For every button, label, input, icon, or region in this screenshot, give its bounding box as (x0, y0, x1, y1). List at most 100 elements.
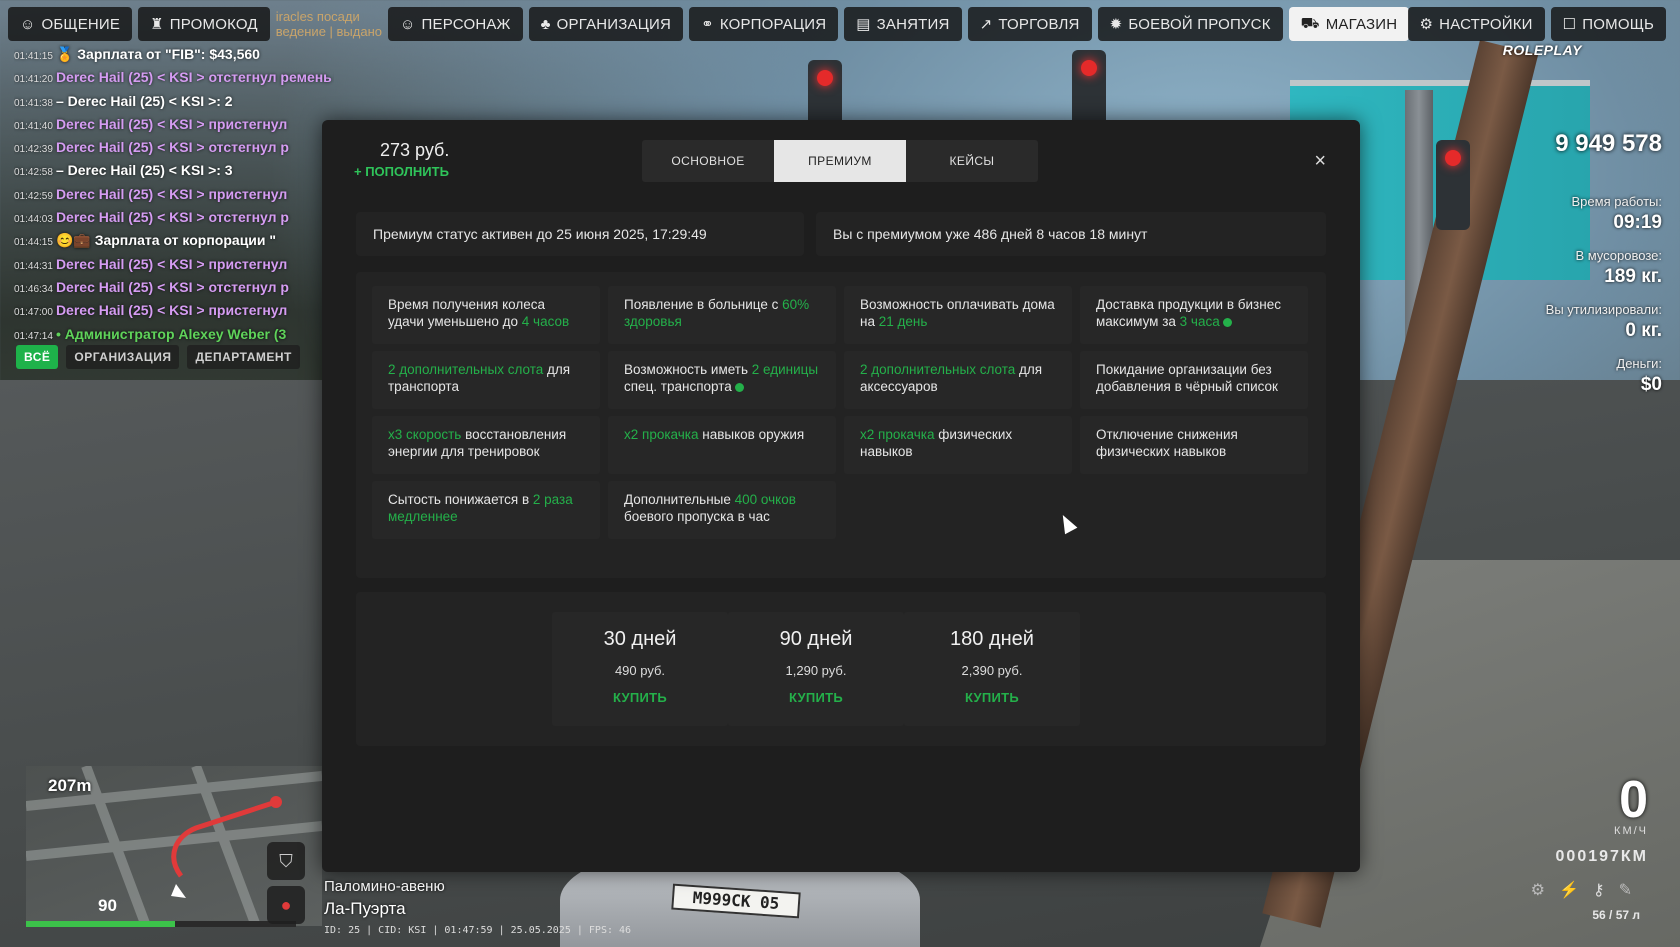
player-arrow-icon (171, 884, 186, 898)
chat-timestamp: 01:41:15 (14, 51, 53, 62)
info-icon[interactable] (1222, 317, 1232, 327)
benefit-highlight: 4 часов (521, 314, 570, 329)
chat-timestamp: 01:42:59 (14, 190, 53, 202)
benefit-highlight: x2 прокачка (624, 427, 699, 442)
nav-badge[interactable]: ✹ БОЕВОЙ ПРОПУСК (1097, 7, 1283, 41)
odometer: 000197КМ (1555, 848, 1648, 865)
chat-timestamp: 01:44:31 (14, 260, 53, 272)
chat-tab[interactable]: ОРГАНИЗАЦИЯ (66, 345, 180, 369)
plan-duration: 90 дней (779, 628, 853, 650)
speed-unit: КМ/Ч (1614, 825, 1648, 837)
benefit-text: Дополнительные (624, 492, 735, 507)
health-fill (26, 921, 175, 927)
plan-price: 1,290 руб. (785, 663, 847, 678)
info-icon[interactable] (734, 382, 744, 392)
buy-button[interactable]: КУПИТЬ (904, 690, 1080, 705)
benefit-text: навыков оружия (698, 427, 805, 442)
nav-help[interactable]: ☐ ПОМОЩЬ (1550, 7, 1666, 41)
nav-label: ПРОМОКОД (169, 15, 258, 33)
nav-label: МАГАЗИН (1325, 15, 1398, 33)
benefit-text: Появление в больнице с (624, 297, 783, 312)
chat-message: 01:44:31 Derec Hail (25) < KSI > пристегн… (14, 254, 334, 277)
premium-plan-card: 90 дней 1,290 руб. КУПИТЬ (728, 612, 904, 726)
account-balance: 273 руб. (380, 140, 450, 160)
premium-benefit: Время получения колеса удачи уменьшено д… (372, 286, 600, 344)
nav-person-promo[interactable]: ♜ ПРОМОКОД (138, 7, 270, 41)
chat-timestamp: 01:46:34 (14, 283, 53, 295)
chat-text: Derec Hail (25) < KSI > отстегнул р (55, 209, 289, 226)
shop-tab[interactable]: ОСНОВНОЕ (642, 140, 774, 182)
chat-timestamp: 01:47:14 (14, 330, 53, 342)
handshake-icon: ⚭ (701, 16, 714, 33)
benefit-highlight: 2 дополнительных слота (860, 362, 1016, 377)
premium-benefit: Возможность иметь 2 единицы спец. трансп… (608, 351, 836, 409)
chat-tab[interactable]: ВСЁ (16, 345, 59, 369)
chat-timestamp: 01:42:58 (14, 167, 53, 179)
nav-person[interactable]: ☺ ПЕРСОНАЖ (388, 7, 523, 41)
nav-chart[interactable]: ↗ ТОРГОВЛЯ (967, 7, 1092, 41)
chat-fragment: ведение | выдано (275, 24, 383, 39)
microphone-icon: ● (280, 894, 292, 915)
health-bar (26, 921, 296, 927)
fuel-level: 56 / 57 л (1592, 908, 1640, 922)
shop-tabs: ОСНОВНОЕ ПРЕМИУМ КЕЙСЫ (642, 140, 1038, 182)
chat-message: 01:42:58– Derec Hail (25) < KSI >: 3 (14, 160, 334, 183)
chat-message: 01:44:15 😊💼 Зарплата от корпорации " (14, 230, 334, 253)
chat-timestamp: 01:41:40 (14, 120, 53, 132)
microphone-button[interactable]: ● (267, 886, 305, 924)
benefit-highlight: 2 единицы (751, 362, 819, 377)
nav-group[interactable]: ♣ ОРГАНИЗАЦИЯ (528, 7, 684, 41)
chat-text: Derec Hail (25) < KSI > отстегнул р (55, 139, 289, 156)
premium-benefit: x3 скорость восстановления энергии для т… (372, 416, 600, 474)
chat-message: 01:41:38– Derec Hail (25) < KSI >: 2 (14, 91, 334, 114)
nav-cart[interactable]: ⛟ МАГАЗИН (1288, 7, 1410, 41)
topup-link[interactable]: + ПОПОЛНИТЬ (354, 164, 449, 179)
nav-label: ПЕРСОНАЖ (421, 15, 511, 33)
benefit-text: Возможность иметь (624, 362, 752, 377)
clipboard-icon: ▤ (856, 16, 871, 33)
premium-active-until: Премиум статус активен до 25 июня 2025, … (356, 212, 804, 256)
status-line: ID: 25 | CID: KSI | 01:47:59 | 25.05.202… (324, 925, 632, 936)
nav-gear[interactable]: ⚙ НАСТРОЙКИ (1407, 7, 1545, 41)
nav-chat[interactable]: ☺ ОБЩЕНИЕ (8, 7, 133, 41)
nav-label: ОРГАНИЗАЦИЯ (556, 15, 672, 33)
plan-duration: 30 дней (603, 628, 677, 650)
premium-benefits: Время получения колеса удачи уменьшено д… (356, 272, 1326, 578)
group-icon: ♣ (540, 15, 551, 33)
benefit-text: боевого пропуска в час (624, 509, 770, 524)
nav-clipboard[interactable]: ▤ ЗАНЯТИЯ (844, 7, 962, 41)
chat-tab[interactable]: ДЕПАРТАМЕНТ (187, 345, 300, 369)
chat-timestamp: 01:44:15 (14, 237, 53, 249)
premium-benefit: Появление в больнице с 60% здоровья (608, 286, 836, 344)
buy-button[interactable]: КУПИТЬ (728, 690, 904, 705)
nav-handshake[interactable]: ⚭ КОРПОРАЦИЯ (689, 7, 839, 41)
benefit-highlight: x3 скорость (388, 427, 462, 442)
premium-plan-card: 180 дней 2,390 руб. КУПИТЬ (904, 612, 1080, 726)
help-icon: ☐ (1562, 16, 1577, 33)
chat-text: Derec Hail (25) < KSI > пристегнул (55, 255, 288, 272)
lightning-icon: ⚡ (1558, 882, 1579, 899)
shield-button[interactable]: ⛉ (267, 842, 305, 880)
chat-message: 01:42:59 Derec Hail (25) < KSI > пристегн… (14, 184, 334, 207)
district-name: Ла-Пуэрта (324, 899, 406, 918)
nav-label: ЗАНЯТИЯ (876, 15, 950, 33)
close-button[interactable]: × (1314, 150, 1326, 173)
buy-button[interactable]: КУПИТЬ (552, 690, 728, 705)
vehicle-status-icons: ⚙ ⚡ ⚷ ✎ (1531, 880, 1632, 900)
premium-benefit: Отключение снижения физических навыков (1080, 416, 1308, 474)
key-icon: ⚷ (1592, 882, 1605, 899)
waypoint-icon (270, 796, 282, 808)
chat-text: Derec Hail (25) < KSI > отстегнул ремень… (55, 69, 334, 86)
chat-message: 01:41:20 Derec Hail (25) < KSI > отстегну… (14, 67, 334, 90)
chat-text: • Администратор Alexey Weber (3 (55, 325, 287, 342)
person-icon: ☺ (400, 15, 416, 33)
chat-message: 01:41:15 🏅 Зарплата от "FIB": $43,560 (14, 44, 334, 67)
premium-benefit: Покидание организации без добавления в ч… (1080, 351, 1308, 409)
chat-timestamp: 01:47:00 (14, 307, 53, 319)
shop-tab[interactable]: КЕЙСЫ (906, 140, 1038, 182)
benefit-highlight: x2 прокачка (860, 427, 935, 442)
premium-benefit: Сытость понижается в 2 раза медленнее (372, 481, 600, 539)
benefit-text: Покидание организации без добавления в ч… (1096, 362, 1278, 394)
chat-text: 😊💼 Зарплата от корпорации " (55, 232, 277, 249)
shop-tab[interactable]: ПРЕМИУМ (774, 140, 906, 182)
